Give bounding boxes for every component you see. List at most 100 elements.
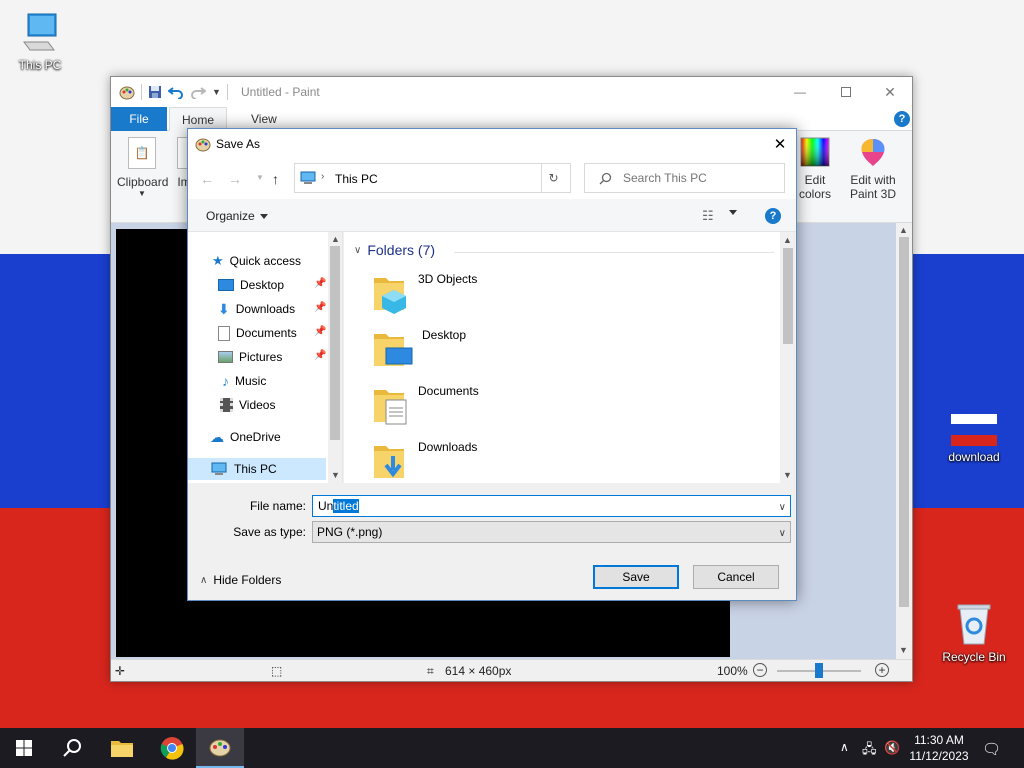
scroll-down-icon[interactable]: ▼ bbox=[331, 470, 340, 480]
image-size-icon: ⌗ bbox=[427, 664, 434, 678]
computer-icon bbox=[300, 171, 316, 184]
list-item[interactable]: 3D Objects bbox=[372, 270, 477, 314]
zoom-slider-thumb[interactable] bbox=[815, 663, 823, 678]
dialog-title: Save As bbox=[216, 137, 261, 151]
recent-locations-chevron-icon[interactable]: ▼ bbox=[256, 173, 264, 182]
up-arrow-icon[interactable]: ↑ bbox=[272, 171, 279, 187]
canvas-vertical-scrollbar[interactable]: ▲ ▼ bbox=[896, 223, 912, 659]
pin-icon: 📌 bbox=[314, 350, 327, 361]
scrollbar-thumb[interactable] bbox=[330, 246, 340, 440]
save-as-dialog: Save As ✕ ← → ▼ ↑ › This PC ▼ ↻ Organize… bbox=[187, 128, 797, 601]
sidebar-item-this-pc[interactable]: This PC bbox=[188, 458, 326, 480]
scroll-up-icon[interactable]: ▲ bbox=[331, 234, 340, 244]
list-item[interactable]: Desktop bbox=[372, 326, 466, 370]
file-list-scrollbar[interactable]: ▲ ▼ bbox=[780, 232, 796, 483]
maximize-button[interactable] bbox=[823, 77, 869, 107]
paint-app-icon bbox=[119, 86, 135, 100]
close-button[interactable]: ✕ bbox=[867, 77, 913, 107]
sidebar-item-downloads[interactable]: ⬇ Downloads bbox=[218, 298, 295, 320]
sidebar-item-desktop[interactable]: Desktop bbox=[218, 274, 284, 296]
dialog-help-button[interactable]: ? bbox=[765, 208, 781, 224]
minimize-icon: — bbox=[794, 85, 806, 99]
desktop-icon-download[interactable]: download bbox=[936, 414, 1012, 464]
customize-qat-chevron-down-icon[interactable]: ▼ bbox=[212, 87, 221, 97]
refresh-button[interactable]: ↻ bbox=[541, 164, 565, 192]
sidebar-item-quick-access[interactable]: ★ Quick access bbox=[212, 250, 301, 272]
taskbar-file-explorer[interactable] bbox=[98, 728, 146, 768]
3d-objects-folder-icon bbox=[374, 278, 406, 314]
search-icon bbox=[599, 172, 612, 185]
view-options-icon[interactable]: ☷ bbox=[702, 208, 714, 224]
network-icon[interactable]: 🖧 bbox=[862, 740, 877, 762]
zoom-out-button[interactable]: − bbox=[753, 663, 767, 677]
save-as-type-label: Save as type: bbox=[233, 525, 306, 539]
folders-group-header[interactable]: ∨ Folders (7) bbox=[354, 242, 435, 258]
view-options-chevron-down-icon[interactable] bbox=[729, 210, 737, 215]
list-item[interactable]: Downloads bbox=[372, 438, 477, 482]
pin-icon: 📌 bbox=[314, 278, 327, 289]
scroll-down-icon[interactable]: ▼ bbox=[783, 470, 792, 480]
scroll-up-icon[interactable]: ▲ bbox=[899, 225, 908, 235]
paint-help-button[interactable]: ? bbox=[894, 111, 910, 127]
hide-folders-button[interactable]: ∧ Hide Folders bbox=[200, 573, 281, 587]
file-list-pane: ∨ Folders (7) 3D Objects Desktop Documen… bbox=[344, 232, 796, 483]
clipboard-group[interactable]: 📋 Clipboard ▼ bbox=[117, 137, 168, 198]
back-arrow-icon[interactable]: ← bbox=[200, 171, 214, 187]
sidebar-item-pictures[interactable]: Pictures bbox=[218, 346, 282, 368]
file-name-field[interactable]: Untitled ∨ bbox=[312, 495, 791, 517]
sidebar-item-documents[interactable]: Documents bbox=[218, 322, 297, 344]
file-name-history-chevron-down-icon[interactable]: ∨ bbox=[779, 502, 786, 513]
search-box[interactable] bbox=[584, 163, 785, 193]
taskbar-chrome[interactable] bbox=[148, 728, 196, 768]
cancel-button[interactable]: Cancel bbox=[693, 565, 779, 589]
notifications-icon[interactable]: 🗨 bbox=[982, 740, 1001, 758]
desktop-icon-recycle-bin[interactable]: Recycle Bin bbox=[936, 602, 1012, 664]
scrollbar-thumb[interactable] bbox=[899, 237, 909, 607]
dialog-titlebar[interactable]: Save As ✕ bbox=[188, 129, 796, 159]
desktop-icon-this-pc[interactable]: This PC bbox=[2, 10, 78, 72]
music-note-icon: ♪ bbox=[222, 373, 229, 389]
address-bar[interactable]: › This PC ▼ ↻ bbox=[294, 163, 636, 193]
russian-flag-image-icon bbox=[951, 414, 997, 446]
taskbar-clock[interactable]: 11:30 AM 11/12/2023 bbox=[900, 732, 978, 764]
save-icon[interactable] bbox=[148, 85, 162, 99]
save-as-type-select[interactable]: PNG (*.png) ∨ bbox=[312, 521, 791, 543]
sidebar-item-videos[interactable]: Videos bbox=[220, 394, 275, 416]
volume-muted-icon[interactable]: 🔇 bbox=[884, 740, 900, 756]
save-button[interactable]: Save bbox=[593, 565, 679, 589]
scrollbar-thumb[interactable] bbox=[783, 248, 793, 344]
edit-colors-button[interactable]: Edit colors bbox=[797, 137, 833, 201]
minimize-button[interactable]: — bbox=[777, 77, 823, 107]
edit-with-paint3d-button[interactable]: Edit with Paint 3D bbox=[845, 137, 901, 201]
undo-icon[interactable] bbox=[168, 85, 184, 99]
separator bbox=[141, 84, 142, 100]
navigation-pane-scrollbar[interactable]: ▲ ▼ bbox=[328, 232, 342, 483]
show-hidden-icons-chevron-up-icon[interactable]: ∧ bbox=[840, 740, 849, 754]
folder-icon bbox=[111, 741, 133, 757]
zoom-in-button[interactable]: + bbox=[875, 663, 889, 677]
sidebar-item-music[interactable]: ♪ Music bbox=[222, 370, 266, 392]
sidebar-item-label: Videos bbox=[239, 398, 276, 412]
navigation-bar: ← → ▼ ↑ › This PC ▼ ↻ bbox=[188, 159, 796, 199]
tab-file[interactable]: File bbox=[111, 107, 167, 131]
start-button[interactable] bbox=[0, 728, 48, 768]
edit-with-label-line1: Edit with bbox=[850, 173, 896, 187]
scroll-down-icon[interactable]: ▼ bbox=[899, 645, 908, 655]
close-icon: ✕ bbox=[884, 83, 896, 100]
search-input[interactable] bbox=[623, 171, 773, 185]
organize-menu-button[interactable]: Organize bbox=[206, 209, 268, 223]
paint-titlebar[interactable]: ▼ Untitled - Paint — ✕ bbox=[111, 77, 912, 107]
redo-icon[interactable] bbox=[190, 85, 206, 99]
sidebar-item-onedrive[interactable]: ☁ OneDrive bbox=[210, 426, 281, 448]
sidebar-item-label: Music bbox=[235, 374, 267, 388]
windows-logo-icon bbox=[16, 740, 32, 756]
forward-arrow-icon[interactable]: → bbox=[228, 171, 242, 187]
folder-name: Documents bbox=[418, 384, 479, 398]
sidebar-item-label: OneDrive bbox=[230, 430, 281, 444]
selection-size-icon: ⬚ bbox=[271, 664, 283, 678]
scroll-up-icon[interactable]: ▲ bbox=[783, 235, 792, 245]
taskbar-paint[interactable] bbox=[196, 728, 244, 768]
taskbar-search-button[interactable] bbox=[48, 728, 96, 768]
dialog-close-button[interactable]: ✕ bbox=[764, 129, 796, 159]
list-item[interactable]: Documents bbox=[372, 382, 479, 426]
